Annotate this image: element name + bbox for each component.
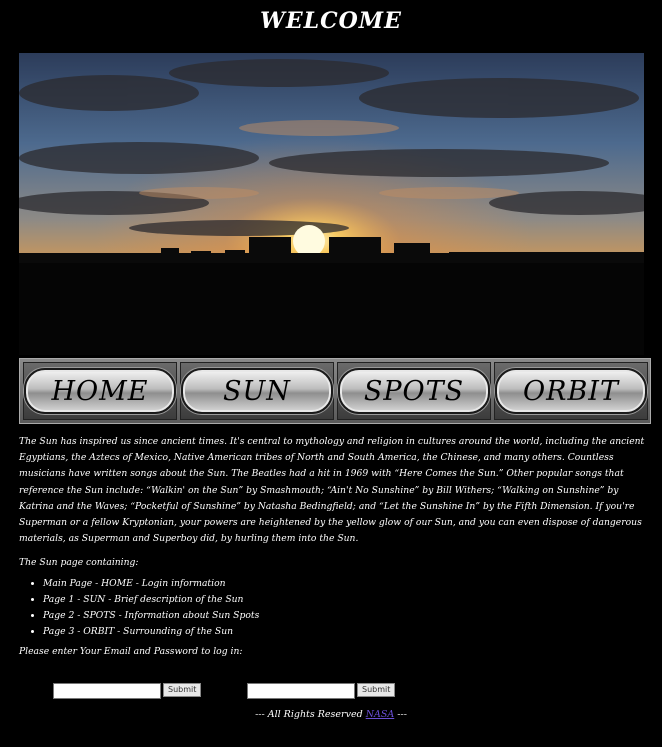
nav-item-spots[interactable]: SPOTS [337,362,491,420]
password-submit-button[interactable]: Submit [357,683,396,697]
sunset-hero-image [19,53,644,355]
nav-item-orbit[interactable]: ORBIT [494,362,648,420]
sun-button[interactable]: SUN [181,368,333,414]
list-item: Page 1 - SUN - Brief description of the … [43,592,647,608]
email-submit-button[interactable]: Submit [163,683,202,697]
list-heading: The Sun page containing: [19,557,139,569]
footer-tail: --- [397,709,407,720]
orbit-button[interactable]: ORBIT [495,368,647,414]
nasa-link[interactable]: NASA [366,709,395,720]
nav-bar: HOME SUN SPOTS ORBIT [19,358,651,424]
page-list: Main Page - HOME - Login information Pag… [19,576,647,640]
email-field[interactable] [53,683,161,699]
home-button[interactable]: HOME [24,368,176,414]
footer-text: --- All Rights Reserved [255,709,363,720]
nav-item-sun[interactable]: SUN [180,362,334,420]
footer: --- All Rights Reserved NASA --- [0,709,662,720]
spots-button[interactable]: SPOTS [338,368,490,414]
list-item: Page 3 - ORBIT - Surrounding of the Sun [43,624,647,640]
list-item: Page 2 - SPOTS - Information about Sun S… [43,608,647,624]
page-title: WELCOME [260,8,402,34]
list-item: Main Page - HOME - Login information [43,576,647,592]
nav-item-home[interactable]: HOME [23,362,177,420]
login-label: Please enter Your Email and Password to … [19,645,243,657]
intro-paragraph: The Sun has inspired us since ancient ti… [19,436,645,545]
main-content: The Sun has inspired us since ancient ti… [19,434,647,660]
password-field[interactable] [247,683,355,699]
login-form: Submit Submit [0,683,662,699]
